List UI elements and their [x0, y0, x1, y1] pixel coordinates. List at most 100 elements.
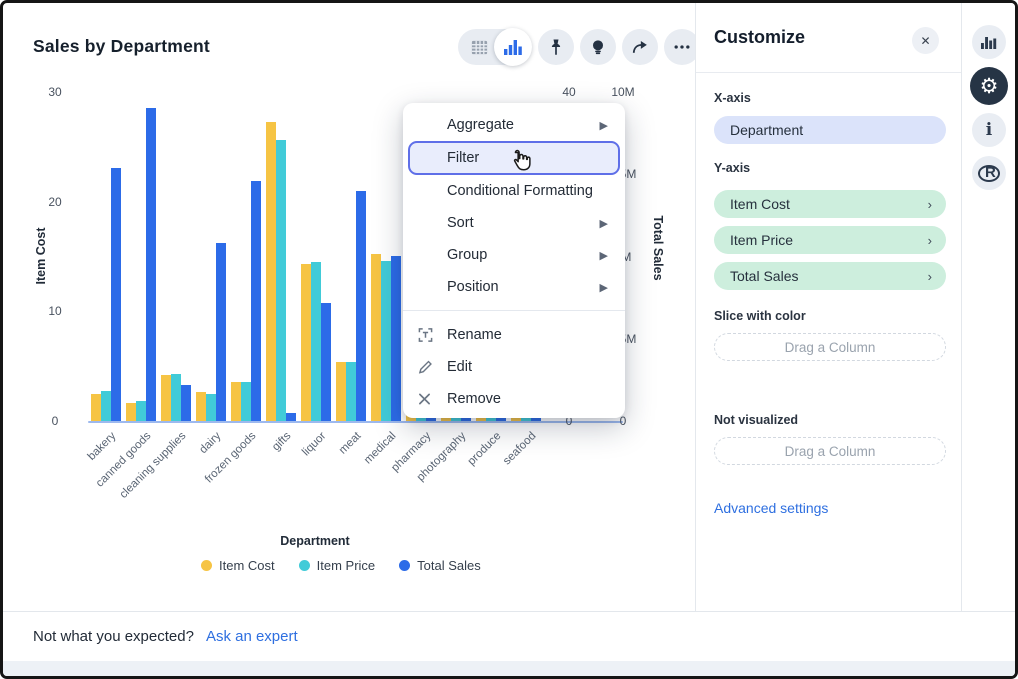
bar-item-price-cleaning-supplies[interactable]	[171, 374, 181, 421]
table-view-button[interactable]	[466, 38, 492, 57]
bar-group-bakery	[88, 168, 123, 421]
bar-item-price-meat[interactable]	[346, 362, 356, 421]
bar-item-price-liquor[interactable]	[311, 262, 321, 421]
y-tick: 30	[48, 85, 61, 99]
bar-group-canned-goods	[123, 108, 158, 421]
menu-divider	[403, 310, 625, 311]
bar-item-cost-meat[interactable]	[336, 362, 346, 421]
bar-item-price-bakery[interactable]	[101, 391, 111, 421]
close-button[interactable]: ✕	[912, 27, 939, 54]
field-pill-label: Item Cost	[730, 196, 790, 212]
pin-button[interactable]	[538, 29, 574, 65]
bar-chart-icon	[980, 34, 998, 50]
bar-total-sales-dairy[interactable]	[216, 243, 226, 421]
menu-item-label: Rename	[447, 327, 502, 343]
settings-button[interactable]: ⚙	[970, 67, 1008, 105]
hand-cursor-icon	[506, 147, 532, 175]
menu-item-conditional-formatting[interactable]: Conditional Formatting	[403, 175, 625, 207]
menu-item-rename[interactable]: Rename	[403, 319, 625, 351]
info-icon: i	[986, 120, 992, 140]
bar-item-cost-frozen-goods[interactable]	[231, 382, 241, 421]
advanced-settings-link[interactable]: Advanced settings	[714, 500, 828, 516]
bar-total-sales-meat[interactable]	[356, 191, 366, 421]
submenu-arrow-icon: ▶	[600, 281, 608, 294]
drop-zone-placeholder: Drag a Column	[785, 340, 876, 355]
legend-dot	[201, 560, 212, 571]
customize-title: Customize	[714, 27, 805, 48]
right-rail: ⚙ i R	[961, 3, 1016, 611]
table-icon	[470, 38, 489, 57]
y-tick: 10	[48, 304, 61, 318]
bar-total-sales-canned-goods[interactable]	[146, 108, 156, 421]
menu-item-sort[interactable]: Sort▶	[403, 207, 625, 239]
legend-label: Total Sales	[417, 558, 481, 573]
insight-button[interactable]	[580, 29, 616, 65]
share-button[interactable]	[622, 29, 658, 65]
bar-total-sales-frozen-goods[interactable]	[251, 181, 261, 421]
chart-view-button[interactable]	[494, 28, 532, 66]
bar-group-gifts	[263, 122, 298, 421]
menu-item-remove[interactable]: Remove	[403, 383, 625, 415]
slice-drop-zone[interactable]: Drag a Column	[714, 333, 946, 361]
pin-icon	[546, 37, 566, 57]
bar-item-cost-bakery[interactable]	[91, 394, 101, 421]
slice-section-label: Slice with color	[714, 309, 806, 323]
chevron-right-icon: ›	[928, 197, 932, 212]
x-tick-label: dairy	[197, 430, 223, 456]
bar-item-cost-cleaning-supplies[interactable]	[161, 375, 171, 421]
r-analytics-button[interactable]: R	[972, 156, 1006, 190]
app-window: Sales by Department	[0, 0, 1018, 679]
y-tick: 20	[48, 195, 61, 209]
chart-type-button[interactable]	[972, 25, 1006, 59]
bar-total-sales-medical[interactable]	[391, 256, 401, 421]
customize-panel: Customize ✕ X-axis Y-axis Slice with col…	[695, 3, 961, 611]
ask-expert-link[interactable]: Ask an expert	[206, 628, 298, 645]
menu-item-group[interactable]: Group ▶	[403, 239, 625, 271]
x-tick-label: produce	[465, 430, 503, 468]
menu-item-aggregate[interactable]: Aggregate▶	[403, 109, 625, 141]
bar-item-price-medical[interactable]	[381, 261, 391, 421]
close-icon: ✕	[920, 34, 930, 48]
menu-item-edit[interactable]: Edit	[403, 351, 625, 383]
bar-group-liquor	[298, 262, 333, 421]
bar-item-price-gifts[interactable]	[276, 140, 286, 421]
bar-item-price-frozen-goods[interactable]	[241, 382, 251, 421]
legend-item[interactable]: Item Price	[299, 558, 376, 573]
bar-total-sales-bakery[interactable]	[111, 168, 121, 421]
edit-icon	[418, 360, 433, 375]
field-pill-label: Item Price	[730, 232, 793, 248]
bar-item-cost-liquor[interactable]	[301, 264, 311, 421]
bar-item-cost-dairy[interactable]	[196, 392, 206, 421]
legend-item[interactable]: Item Cost	[201, 558, 275, 573]
bar-chart-icon	[503, 38, 523, 56]
field-pill-item-price[interactable]: Item Price›	[714, 226, 946, 254]
not-visualized-section-label: Not visualized	[714, 413, 798, 427]
not-visualized-drop-zone[interactable]: Drag a Column	[714, 437, 946, 465]
x-tick-label: bakery	[85, 430, 118, 463]
x-tick-label: gifts	[270, 430, 293, 453]
share-arrow-icon	[630, 37, 650, 57]
menu-item-position[interactable]: Position▶	[403, 271, 625, 303]
submenu-arrow-icon: ▶	[600, 249, 608, 262]
info-button[interactable]: i	[972, 113, 1006, 147]
legend-item[interactable]: Total Sales	[399, 558, 481, 573]
menu-item-label: Remove	[447, 391, 501, 407]
bar-total-sales-liquor[interactable]	[321, 303, 331, 421]
x-axis-line	[88, 421, 623, 423]
field-pill-total-sales[interactable]: Total Sales›	[714, 262, 946, 290]
field-pill-item-cost[interactable]: Item Cost ›	[714, 190, 946, 218]
field-pill-label: Department	[730, 122, 803, 138]
bar-item-cost-medical[interactable]	[371, 254, 381, 421]
menu-item-label: Group	[447, 247, 487, 263]
field-pill-department[interactable]: Department	[714, 116, 946, 144]
bar-item-cost-gifts[interactable]	[266, 122, 276, 421]
field-pill-label: Total Sales	[730, 268, 798, 284]
x-tick-label: liquor	[300, 430, 328, 458]
bar-item-price-canned-goods[interactable]	[136, 401, 146, 421]
menu-item-label: Sort	[447, 215, 474, 231]
bar-group-medical	[368, 254, 403, 421]
bar-total-sales-gifts[interactable]	[286, 413, 296, 421]
bar-item-price-dairy[interactable]	[206, 394, 216, 421]
bar-item-cost-canned-goods[interactable]	[126, 403, 136, 421]
bar-total-sales-cleaning-supplies[interactable]	[181, 385, 191, 421]
